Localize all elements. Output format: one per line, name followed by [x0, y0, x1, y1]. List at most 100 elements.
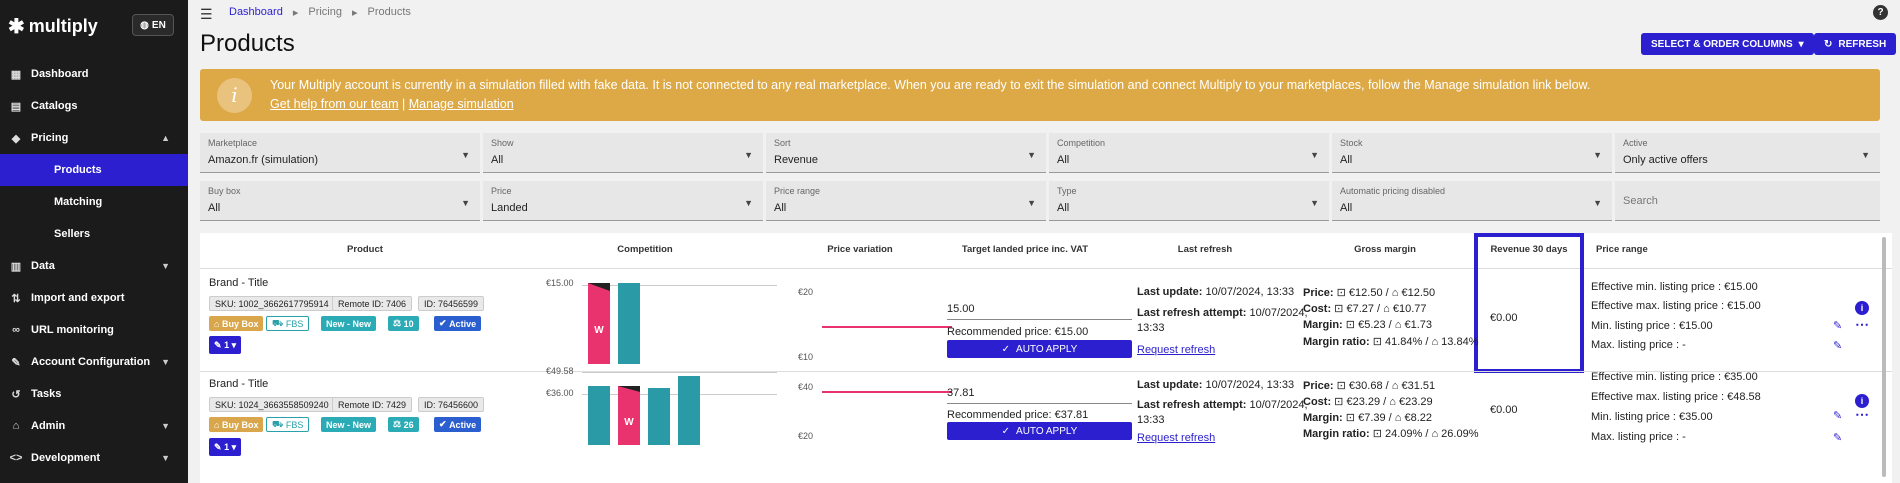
bank-icon: ⌂: [1389, 396, 1396, 408]
max-listing-price: Max. listing price : -: [1591, 339, 1686, 351]
sidebar-item-development[interactable]: <> Development ▼: [0, 442, 188, 474]
edit-icon[interactable]: ✎: [1833, 409, 1842, 422]
sku-chip: SKU: 1024_3663558509240: [209, 397, 335, 412]
breadcrumb-dashboard[interactable]: Dashboard: [229, 6, 283, 19]
sidebar-item-data[interactable]: ▥ Data ▼: [0, 250, 188, 282]
competition-bar[interactable]: [678, 376, 700, 445]
lock-icon: ⊡: [1372, 428, 1382, 440]
product-title[interactable]: Brand - Title: [209, 378, 268, 390]
competition-bar[interactable]: [648, 388, 670, 445]
last-update: Last update: 10/07/2024, 13:33: [1137, 286, 1295, 298]
refresh-button[interactable]: ↻ REFRESH: [1814, 33, 1897, 55]
id-chip: ID: 76456599: [418, 296, 485, 311]
dropdown-arrow-icon: ▼: [1310, 198, 1319, 208]
competition-price-line: [582, 285, 777, 286]
price-variation-min: €20: [798, 431, 814, 441]
target-price-input[interactable]: 15.00: [947, 303, 975, 315]
help-icon[interactable]: ?: [1873, 5, 1888, 20]
column-header-competition[interactable]: Competition: [540, 244, 750, 255]
sidebar-item-matching[interactable]: Matching: [0, 186, 188, 218]
select-order-columns-button[interactable]: SELECT & ORDER COLUMNS ▾: [1641, 33, 1814, 55]
price-select[interactable]: Price Landed ▼: [483, 181, 763, 221]
edit-icon[interactable]: ✎: [1833, 339, 1842, 352]
tag-icon: ◆: [11, 132, 21, 145]
competition-bar[interactable]: [588, 386, 610, 445]
auto-apply-button[interactable]: ✓ AUTO APPLY: [947, 340, 1132, 358]
effective-max-price: Effective max. listing price : €48.58: [1591, 391, 1761, 403]
products-table: Product Competition Price variation Targ…: [200, 233, 1892, 483]
sidebar-item-dashboard[interactable]: ▦ Dashboard: [0, 58, 188, 90]
active-select[interactable]: Active Only active offers ▼: [1615, 133, 1880, 173]
active-badge: ✔ Active: [434, 316, 482, 331]
sidebar-item-url-monitoring[interactable]: ∞ URL monitoring: [0, 314, 188, 346]
wrench-icon: ✎: [11, 356, 21, 369]
dropdown-arrow-icon: ▼: [1861, 150, 1870, 160]
column-header-product[interactable]: Product: [200, 244, 530, 255]
sidebar-item-account-configuration[interactable]: ✎ Account Configuration ▼: [0, 346, 188, 378]
manage-simulation-link[interactable]: Manage simulation: [409, 97, 514, 111]
help-team-link[interactable]: Get help from our team: [270, 97, 399, 111]
show-select[interactable]: Show All ▼: [483, 133, 763, 173]
column-header-target-price[interactable]: Target landed price inc. VAT: [945, 244, 1105, 255]
marketplace-select[interactable]: Marketplace Amazon.fr (simulation) ▼: [200, 133, 480, 173]
product-title[interactable]: Brand - Title: [209, 277, 268, 289]
auto-apply-button[interactable]: ✓ AUTO APPLY: [947, 422, 1132, 440]
column-header-price-variation[interactable]: Price variation: [790, 244, 930, 255]
buy-box-badge: ⌂ Buy Box: [209, 316, 264, 331]
column-header-last-refresh[interactable]: Last refresh: [1130, 244, 1280, 255]
competition-bar[interactable]: [618, 283, 640, 364]
more-options-icon[interactable]: ⋯: [1855, 316, 1869, 333]
chevron-down-icon: ▼: [161, 357, 170, 367]
competition-select[interactable]: Competition All ▼: [1049, 133, 1329, 173]
type-select[interactable]: Type All ▼: [1049, 181, 1329, 221]
competition-bar-winner[interactable]: [618, 386, 640, 445]
input-underline: [947, 319, 1132, 320]
stock-select[interactable]: Stock All ▼: [1332, 133, 1612, 173]
caret-down-icon: ▾: [231, 441, 237, 452]
catalog-icon: ▤: [10, 100, 22, 113]
price-range-select[interactable]: Price range All ▼: [766, 181, 1046, 221]
dropdown-arrow-icon: ▼: [744, 150, 753, 160]
target-price-input[interactable]: 37.81: [947, 387, 975, 399]
language-selector[interactable]: ◍ EN: [132, 14, 174, 36]
sidebar-item-import-export[interactable]: ⇅ Import and export: [0, 282, 188, 314]
lock-icon: ⊡: [1334, 303, 1344, 315]
buy-box-select[interactable]: Buy box All ▼: [200, 181, 480, 221]
sidebar-item-tasks[interactable]: ↺ Tasks: [0, 378, 188, 410]
dropdown-arrow-icon: ▼: [744, 198, 753, 208]
breadcrumb-pricing[interactable]: Pricing: [308, 6, 342, 19]
automatic-pricing-select[interactable]: Automatic pricing disabled All ▼: [1332, 181, 1612, 221]
competitors-icon: ⚖: [393, 318, 402, 328]
bank-icon: ⌂: [1391, 380, 1399, 392]
info-icon[interactable]: i: [1855, 301, 1869, 315]
chevron-down-icon: ▼: [161, 421, 170, 431]
remote-id-chip: Remote ID: 7406: [332, 296, 413, 311]
import-export-icon: ⇅: [11, 292, 21, 305]
sidebar-item-sellers[interactable]: Sellers: [0, 218, 188, 250]
column-header-gross-margin[interactable]: Gross margin: [1310, 244, 1460, 255]
sidebar-item-pricing[interactable]: ◆ Pricing ▲: [0, 122, 188, 154]
sidebar-item-products[interactable]: Products: [0, 154, 188, 186]
edit-icon[interactable]: ✎: [1833, 431, 1842, 444]
variant-dropdown[interactable]: ✎ 1 ▾: [209, 438, 242, 456]
competition-bar-winner[interactable]: [588, 283, 610, 364]
request-refresh-link[interactable]: Request refresh: [1137, 432, 1215, 444]
sidebar-item-catalogs[interactable]: ▤ Catalogs: [0, 90, 188, 122]
search-input[interactable]: Search: [1615, 181, 1880, 221]
edit-icon[interactable]: ✎: [1833, 319, 1842, 332]
competition-price-line: [582, 372, 777, 373]
request-refresh-link[interactable]: Request refresh: [1137, 344, 1215, 356]
menu-icon[interactable]: ☰: [200, 6, 213, 23]
app-logo[interactable]: ✱ multiply: [8, 14, 98, 39]
chevron-down-icon: ▼: [161, 261, 170, 271]
dropdown-arrow-icon: ▼: [1593, 198, 1602, 208]
dropdown-arrow-icon: ▼: [1593, 150, 1602, 160]
variant-dropdown[interactable]: ✎ 1 ▾: [209, 336, 242, 354]
sidebar-item-admin[interactable]: ⌂ Admin ▼: [0, 410, 188, 442]
more-options-icon[interactable]: ⋯: [1855, 406, 1869, 423]
last-refresh-attempt: Last refresh attempt: 10/07/2024,: [1137, 307, 1308, 319]
sort-select[interactable]: Sort Revenue ▼: [766, 133, 1046, 173]
code-icon: <>: [9, 452, 23, 464]
column-header-price-range[interactable]: Price range: [1596, 244, 1656, 255]
buy-box-badge: ⌂ Buy Box: [209, 417, 264, 432]
